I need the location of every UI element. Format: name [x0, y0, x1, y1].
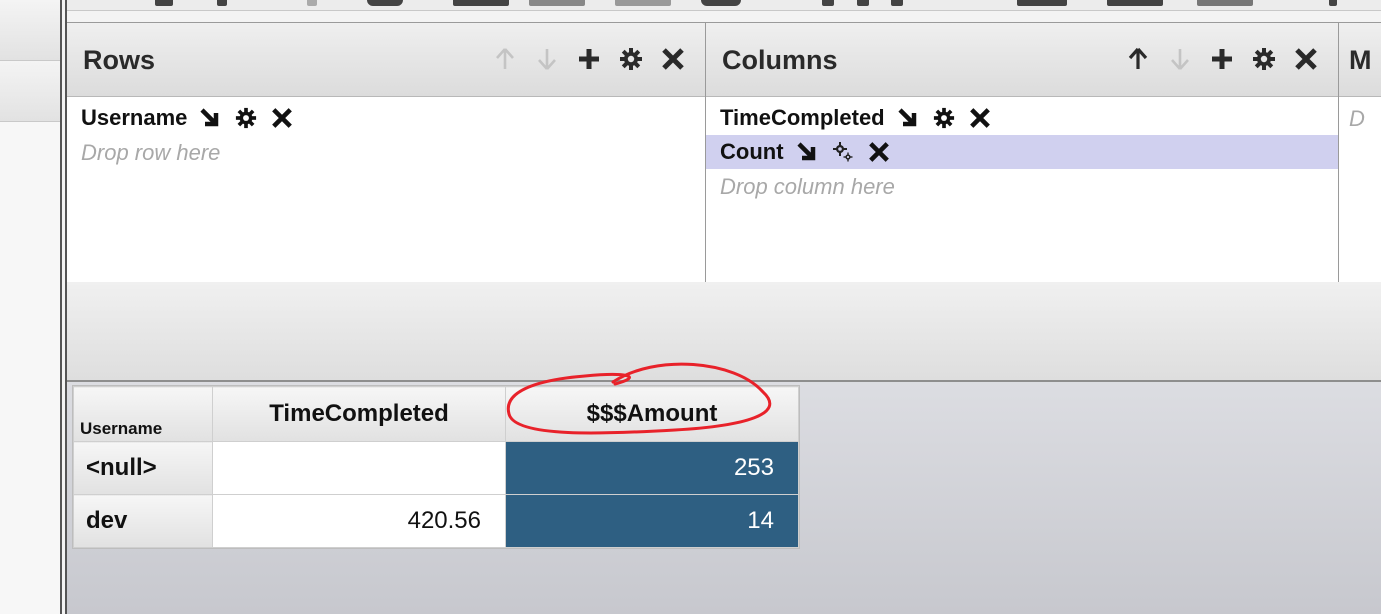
measures-pane: M D	[1339, 23, 1381, 282]
row-header[interactable]: dev	[73, 494, 213, 548]
columns-pane-header: Columns	[706, 23, 1338, 97]
toolbar-icon[interactable]	[529, 0, 585, 6]
row-field-header[interactable]: Username	[73, 386, 213, 442]
columns-pane-toolbar	[1124, 45, 1320, 73]
side-panel-button[interactable]	[0, 61, 60, 122]
gear-icon[interactable]	[1250, 45, 1278, 73]
cell-amount[interactable]: 14	[505, 494, 799, 548]
toolbar-icon[interactable]	[822, 0, 834, 6]
toolbar-icon[interactable]	[615, 0, 671, 6]
arrow-up-icon[interactable]	[1124, 45, 1152, 73]
toolbar-icon[interactable]	[701, 0, 741, 6]
close-icon[interactable]	[866, 139, 892, 165]
toolbar-icon[interactable]	[1017, 0, 1067, 6]
rows-pane-body[interactable]: Username Drop row here	[67, 97, 705, 282]
filter-bar	[67, 282, 1381, 382]
toolbar-icon[interactable]	[217, 0, 227, 6]
toolbar-icon[interactable]	[1197, 0, 1253, 6]
table-row: dev 420.56 14	[73, 494, 799, 548]
column-header-timecompleted[interactable]: TimeCompleted	[212, 386, 506, 442]
toolbar-icon[interactable]	[155, 0, 173, 6]
side-panel-button[interactable]	[0, 0, 60, 61]
rows-pane-title: Rows	[83, 45, 156, 75]
drop-row-hint: Drop row here	[81, 140, 221, 165]
pivot-layout-panes: Rows Username Drop row here Columns Time…	[67, 22, 1381, 283]
results-area: Username TimeCompleted $$$Amount <null> …	[67, 362, 1381, 614]
drop-column-hint: Drop column here	[720, 174, 895, 199]
measures-pane-body[interactable]: D	[1339, 97, 1381, 282]
sort-arrow-icon[interactable]	[197, 105, 223, 131]
left-side-panel	[0, 0, 60, 614]
gear-icon[interactable]	[931, 105, 957, 131]
row-header[interactable]: <null>	[73, 441, 213, 495]
panel-divider	[60, 0, 62, 614]
field-label: TimeCompleted	[720, 105, 885, 130]
pivot-table: Username TimeCompleted $$$Amount <null> …	[73, 386, 799, 548]
toolbar-icon[interactable]	[1329, 0, 1337, 6]
column-header-amount[interactable]: $$$Amount	[505, 386, 799, 442]
close-icon[interactable]	[967, 105, 993, 131]
cell-amount[interactable]: 253	[505, 441, 799, 495]
gear-icon[interactable]	[233, 105, 259, 131]
gear-icon[interactable]	[617, 45, 645, 73]
toolbar-icon[interactable]	[367, 0, 403, 6]
arrow-down-icon[interactable]	[1166, 45, 1194, 73]
measures-pane-title: M	[1349, 45, 1372, 75]
toolbar-icon[interactable]	[891, 0, 903, 6]
field-label: Count	[720, 139, 784, 164]
arrow-down-icon[interactable]	[533, 45, 561, 73]
drop-measure-hint: D	[1349, 106, 1365, 131]
toolbar-icon[interactable]	[857, 0, 869, 6]
columns-pane-title: Columns	[722, 45, 838, 75]
app-window: Rows Username Drop row here Columns Time…	[0, 0, 1381, 614]
toolbar-icon[interactable]	[1107, 0, 1163, 6]
arrow-up-icon[interactable]	[491, 45, 519, 73]
plus-icon[interactable]	[1208, 45, 1236, 73]
close-icon[interactable]	[1292, 45, 1320, 73]
measures-pane-header: M	[1339, 23, 1381, 97]
rows-pane-toolbar	[491, 45, 687, 73]
rows-pane-header: Rows	[67, 23, 705, 97]
sort-arrow-icon[interactable]	[895, 105, 921, 131]
cell-timecompleted[interactable]	[212, 441, 506, 495]
close-icon[interactable]	[269, 105, 295, 131]
plus-icon[interactable]	[575, 45, 603, 73]
rows-pane: Rows Username Drop row here	[67, 23, 706, 282]
row-field-username[interactable]: Username	[67, 101, 705, 135]
toolbar	[67, 0, 1381, 11]
toolbar-icon[interactable]	[307, 0, 317, 6]
sort-arrow-icon[interactable]	[794, 139, 820, 165]
gears-icon[interactable]	[830, 139, 856, 165]
column-field-timecompleted[interactable]: TimeCompleted	[706, 101, 1338, 135]
column-field-count[interactable]: Count	[706, 135, 1338, 169]
cell-timecompleted[interactable]: 420.56	[212, 494, 506, 548]
table-row: <null> 253	[73, 441, 799, 495]
close-icon[interactable]	[659, 45, 687, 73]
field-label: Username	[81, 105, 188, 130]
columns-pane: Columns TimeCompleted Count Drop column …	[706, 23, 1339, 282]
toolbar-icon[interactable]	[453, 0, 509, 6]
columns-pane-body[interactable]: TimeCompleted Count Drop column here	[706, 97, 1338, 282]
